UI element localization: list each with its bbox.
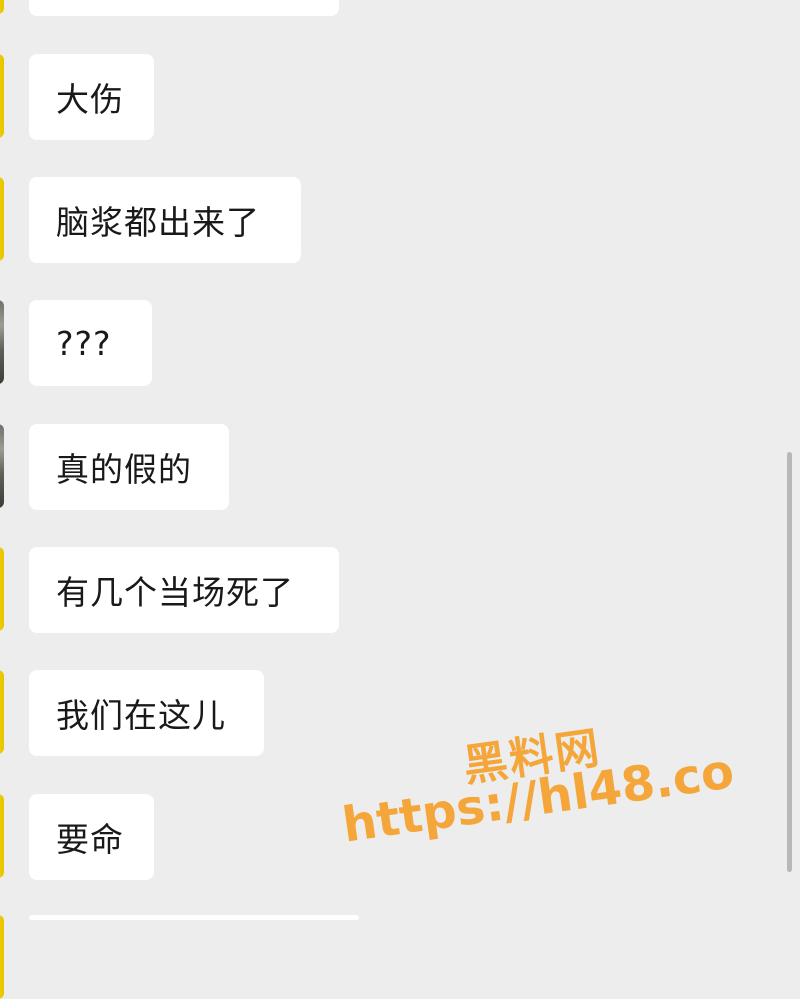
message-text: 要命 bbox=[56, 820, 124, 859]
avatar[interactable] bbox=[0, 794, 4, 878]
message-bubble[interactable] bbox=[29, 915, 359, 920]
message-text: 大伤 bbox=[56, 80, 124, 119]
avatar[interactable] bbox=[0, 670, 4, 754]
message-text: 脑浆都出来了 bbox=[56, 203, 260, 242]
avatar[interactable] bbox=[0, 0, 4, 14]
avatar[interactable] bbox=[0, 54, 4, 138]
avatar[interactable] bbox=[0, 177, 4, 261]
message-bubble[interactable]: ??? bbox=[29, 300, 152, 386]
message-text: ??? bbox=[56, 323, 112, 363]
avatar[interactable] bbox=[0, 424, 4, 508]
message-text: 真的假的 bbox=[56, 450, 192, 489]
avatar[interactable] bbox=[0, 547, 4, 631]
avatar[interactable] bbox=[0, 300, 4, 384]
message-bubble[interactable]: 有几个当场死了 bbox=[29, 547, 339, 633]
message-text: 有几个当场死了 bbox=[56, 573, 294, 612]
avatar[interactable] bbox=[0, 915, 4, 999]
message-bubble[interactable] bbox=[29, 0, 339, 16]
message-bubble[interactable]: 我们在这儿 bbox=[29, 670, 264, 756]
message-bubble[interactable]: 真的假的 bbox=[29, 424, 229, 510]
message-bubble[interactable]: 脑浆都出来了 bbox=[29, 177, 301, 263]
message-text: 我们在这儿 bbox=[56, 696, 226, 735]
message-bubble[interactable]: 大伤 bbox=[29, 54, 154, 140]
scrollbar[interactable] bbox=[787, 452, 792, 872]
message-bubble[interactable]: 要命 bbox=[29, 794, 154, 880]
